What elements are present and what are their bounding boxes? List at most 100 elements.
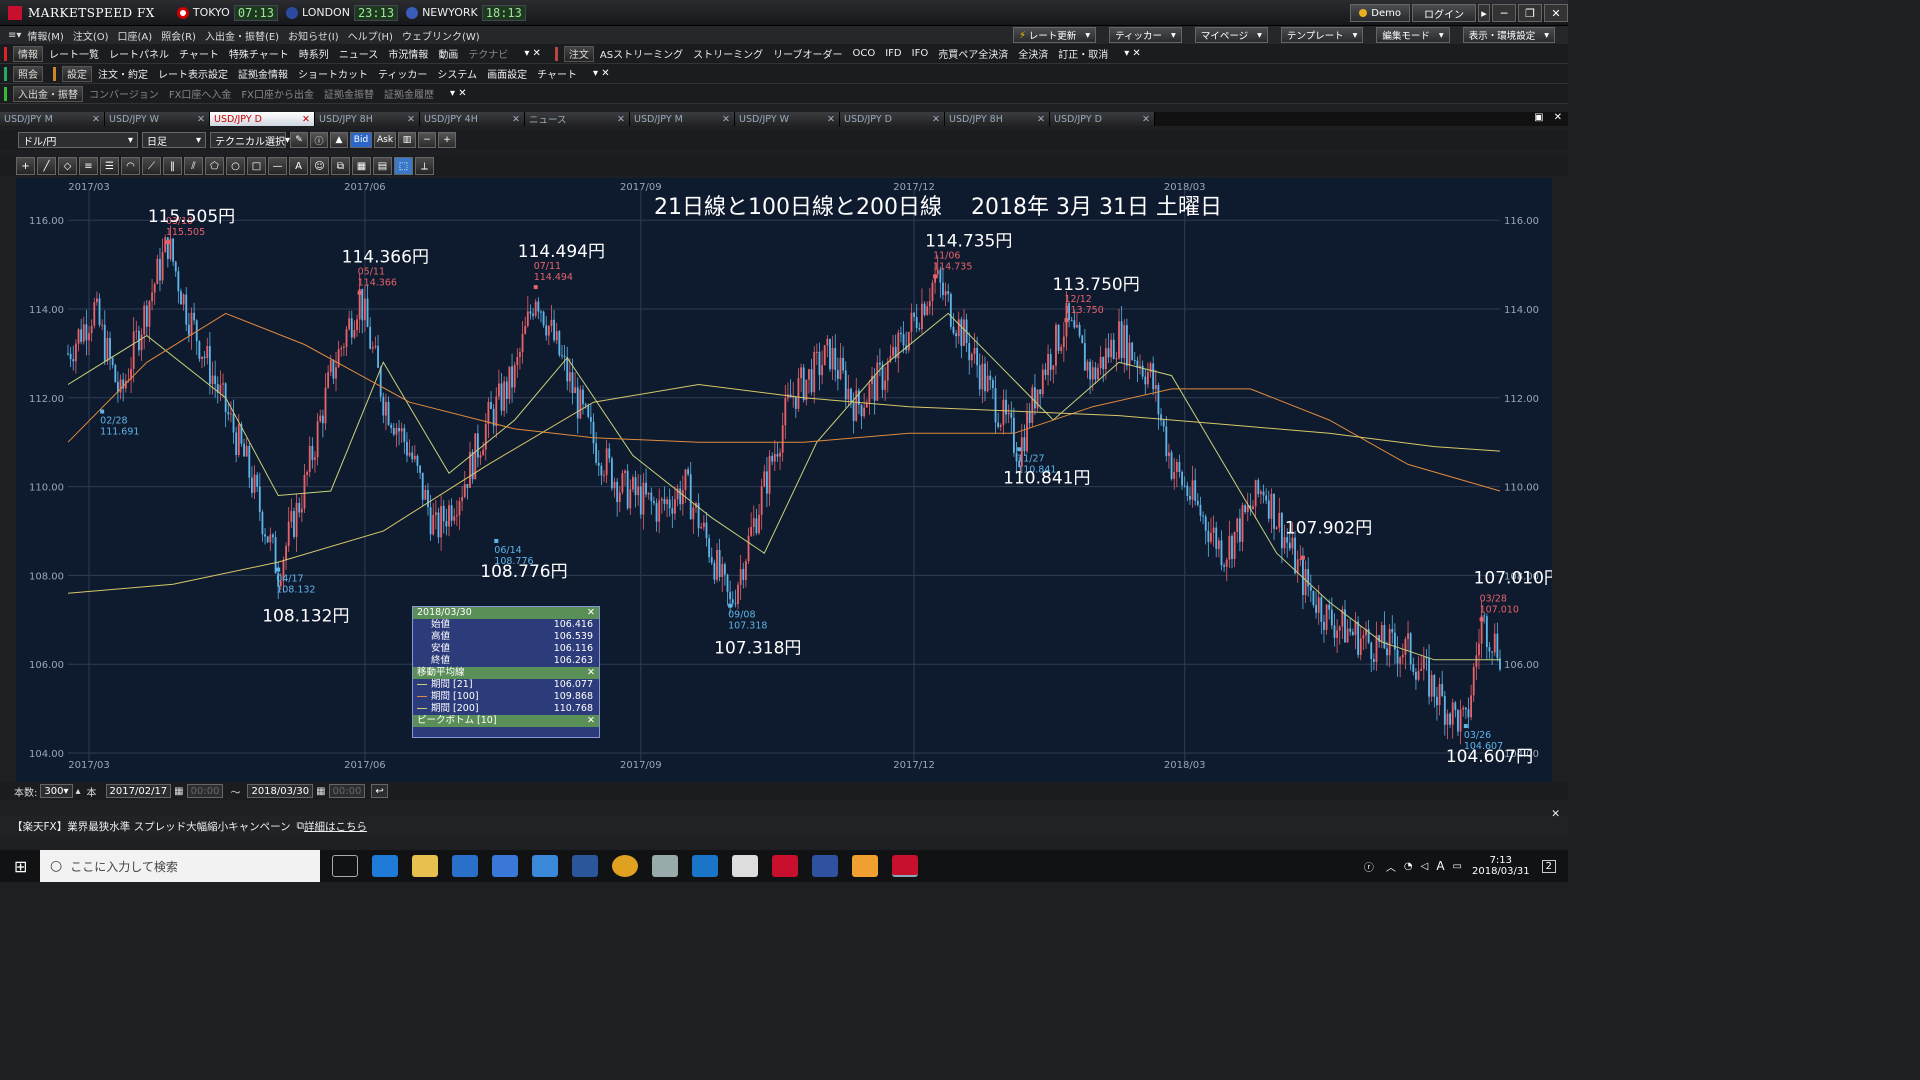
tab-usdjpy-4h[interactable]: USD/JPY 4H ✕ bbox=[420, 112, 525, 126]
trendline-icon[interactable]: ╱ bbox=[37, 157, 56, 175]
toolbar-special-chart[interactable]: 特殊チャート bbox=[229, 46, 289, 61]
currency-pair-select[interactable]: ドル/円 ▾ bbox=[18, 132, 138, 148]
toolbar-market[interactable]: 市況情報 bbox=[388, 46, 428, 61]
close-icon[interactable]: ✕ bbox=[1142, 114, 1150, 125]
toolbar-settle-all[interactable]: 全決済 bbox=[1018, 46, 1048, 61]
mountain-chart-icon[interactable]: ▲ bbox=[330, 132, 348, 148]
toolbar-video[interactable]: 動画 bbox=[438, 46, 458, 61]
toolbar-margin-history[interactable]: 証拠金履歴 bbox=[384, 86, 434, 101]
close-icon[interactable]: ✕ bbox=[722, 114, 730, 125]
eraser-icon[interactable]: ◇ bbox=[58, 157, 77, 175]
marketspeed-icon[interactable] bbox=[772, 855, 798, 877]
toolbar-fx-withdraw[interactable]: FX口座から出金 bbox=[241, 86, 314, 101]
taskbar-clock[interactable]: 7:13 2018/03/31 bbox=[1472, 855, 1530, 877]
zoom-out-icon[interactable]: − bbox=[418, 132, 436, 148]
demo-button[interactable]: Demo bbox=[1350, 4, 1410, 22]
close-icon[interactable]: ✕ bbox=[587, 607, 595, 619]
chart-type-icon[interactable]: ▥ bbox=[398, 132, 416, 148]
maximize-icon[interactable]: ▣ bbox=[1534, 112, 1543, 123]
delete-icon[interactable]: ▦ bbox=[352, 157, 371, 175]
from-time-input[interactable]: 00:00 bbox=[186, 784, 224, 798]
file-explorer-icon[interactable] bbox=[412, 855, 438, 877]
orange-app-icon[interactable] bbox=[852, 855, 878, 877]
icon-stamp-icon[interactable]: ☺ bbox=[310, 157, 329, 175]
technical-select[interactable]: テクニカル選択 ▾ bbox=[210, 132, 290, 148]
select-icon[interactable]: ⬚ bbox=[394, 157, 413, 175]
vertical-lines-icon[interactable]: ‖ bbox=[163, 157, 182, 175]
toolbar-timeseries[interactable]: 時系列 bbox=[299, 46, 329, 61]
dropdown-arrow-icon[interactable]: ▾ ✕ bbox=[524, 48, 541, 59]
menu-notice[interactable]: お知らせ(I) bbox=[288, 28, 339, 43]
blue-app-icon[interactable] bbox=[812, 855, 838, 877]
calculator-icon[interactable] bbox=[492, 855, 518, 877]
toolbar-system[interactable]: システム bbox=[437, 66, 477, 81]
to-date-input[interactable]: 2018/03/30 bbox=[247, 784, 314, 798]
ask-button[interactable]: Ask bbox=[374, 132, 396, 148]
tab-news[interactable]: ニュース ✕ bbox=[525, 112, 630, 126]
template-dropdown[interactable]: テンプレート ▾ bbox=[1280, 27, 1364, 43]
copy-icon[interactable]: ⧉ bbox=[331, 157, 350, 175]
up-arrow-icon[interactable]: ▴ bbox=[76, 786, 81, 797]
toolbar-chart-settings[interactable]: チャート bbox=[537, 66, 577, 81]
rectangle-icon[interactable]: □ bbox=[247, 157, 266, 175]
toolbar-rate-panel[interactable]: レートパネル bbox=[109, 46, 169, 61]
candlestick-chart[interactable]: 116.00 116.00 114.00 114.00 112.00 112.00 110.… bbox=[16, 178, 1552, 782]
ticker-dropdown[interactable]: ティッカー ▾ bbox=[1109, 27, 1182, 43]
toolbar-conversion[interactable]: コンバージョン bbox=[89, 86, 159, 101]
bid-button[interactable]: Bid bbox=[350, 132, 372, 148]
menu-inquiry[interactable]: 照会(R) bbox=[161, 28, 196, 43]
toolbar-as-streaming[interactable]: ASストリーミング bbox=[600, 46, 683, 61]
menu-account[interactable]: 口座(A) bbox=[118, 28, 153, 43]
toolbar-modify-cancel[interactable]: 訂正・取消 bbox=[1058, 46, 1108, 61]
from-date-input[interactable]: 2017/02/17 bbox=[105, 784, 172, 798]
toolbar-rate-list[interactable]: レート一覧 bbox=[49, 46, 99, 61]
reload-icon[interactable]: ↩ bbox=[371, 784, 388, 798]
close-icon[interactable]: ✕ bbox=[407, 114, 415, 125]
close-icon[interactable]: ✕ bbox=[1037, 114, 1045, 125]
tab-usdjpy-m[interactable]: USD/JPY M ✕ bbox=[0, 112, 105, 126]
toolbar-fx-deposit[interactable]: FX口座へ入金 bbox=[169, 86, 232, 101]
login-button[interactable]: ログイン bbox=[1412, 4, 1476, 22]
rate-update-dropdown[interactable]: ⚡ レート更新 ▾ bbox=[1013, 27, 1097, 43]
close-icon[interactable]: ✕ bbox=[1551, 808, 1560, 820]
ruler-icon[interactable]: ⟂ bbox=[415, 157, 434, 175]
paint-icon[interactable] bbox=[652, 855, 678, 877]
network-icon[interactable]: ◔ bbox=[1404, 861, 1413, 872]
tab-usdjpy-d-2[interactable]: USD/JPY D ✕ bbox=[840, 112, 945, 126]
layer-icon[interactable]: ▤ bbox=[373, 157, 392, 175]
menu-info[interactable]: 情報(M) bbox=[27, 28, 63, 43]
tab-usdjpy-m-2[interactable]: USD/JPY M ✕ bbox=[630, 112, 735, 126]
tab-usdjpy-w[interactable]: USD/JPY W ✕ bbox=[105, 112, 210, 126]
mail-icon[interactable] bbox=[732, 855, 758, 877]
menu-order[interactable]: 注文(O) bbox=[73, 28, 109, 43]
close-icon[interactable]: ✕ bbox=[197, 114, 205, 125]
tab-usdjpy-8h-2[interactable]: USD/JPY 8H ✕ bbox=[945, 112, 1050, 126]
chart-area[interactable]: 116.00 116.00 114.00 114.00 112.00 112.00 110.… bbox=[16, 178, 1552, 782]
close-icon[interactable]: ✕ bbox=[587, 715, 595, 727]
word-icon[interactable] bbox=[572, 855, 598, 877]
toolbar-ifo[interactable]: IFO bbox=[912, 48, 929, 59]
zoom-in-icon[interactable]: + bbox=[438, 132, 456, 148]
close-icon[interactable]: ✕ bbox=[827, 114, 835, 125]
text-icon[interactable]: A bbox=[289, 157, 308, 175]
close-icon[interactable]: ✕ bbox=[932, 114, 940, 125]
period-select[interactable]: 日足 ▾ bbox=[142, 132, 206, 148]
fan-icon[interactable]: ⟋ bbox=[142, 157, 161, 175]
toolbar-order-exec[interactable]: 注文・約定 bbox=[98, 66, 148, 81]
pitchfork-icon[interactable]: ⫽ bbox=[184, 157, 203, 175]
menu-deposit[interactable]: 入出金・振替(E) bbox=[205, 28, 279, 43]
volume-icon[interactable]: ◁ bbox=[1421, 861, 1429, 872]
calendar-icon[interactable]: ▦ bbox=[316, 786, 325, 797]
toolbar-oco[interactable]: OCO bbox=[853, 48, 876, 59]
toolbar-news[interactable]: ニュース bbox=[339, 46, 379, 61]
toolbar-rate-display[interactable]: レート表示設定 bbox=[158, 66, 228, 81]
crosshair-icon[interactable]: + bbox=[16, 157, 35, 175]
toolbar-ifd[interactable]: IFD bbox=[885, 48, 901, 59]
close-icon[interactable]: ✕ bbox=[92, 114, 100, 125]
arc-icon[interactable]: ◠ bbox=[121, 157, 140, 175]
people-icon[interactable]: ⓡ bbox=[1364, 859, 1374, 874]
minimize-icon[interactable]: ─ bbox=[1492, 4, 1516, 22]
channel-icon[interactable]: ☰ bbox=[100, 157, 119, 175]
toolbar-ticker[interactable]: ティッカー bbox=[378, 66, 427, 81]
chevron-up-icon[interactable]: ︿ bbox=[1386, 859, 1396, 874]
